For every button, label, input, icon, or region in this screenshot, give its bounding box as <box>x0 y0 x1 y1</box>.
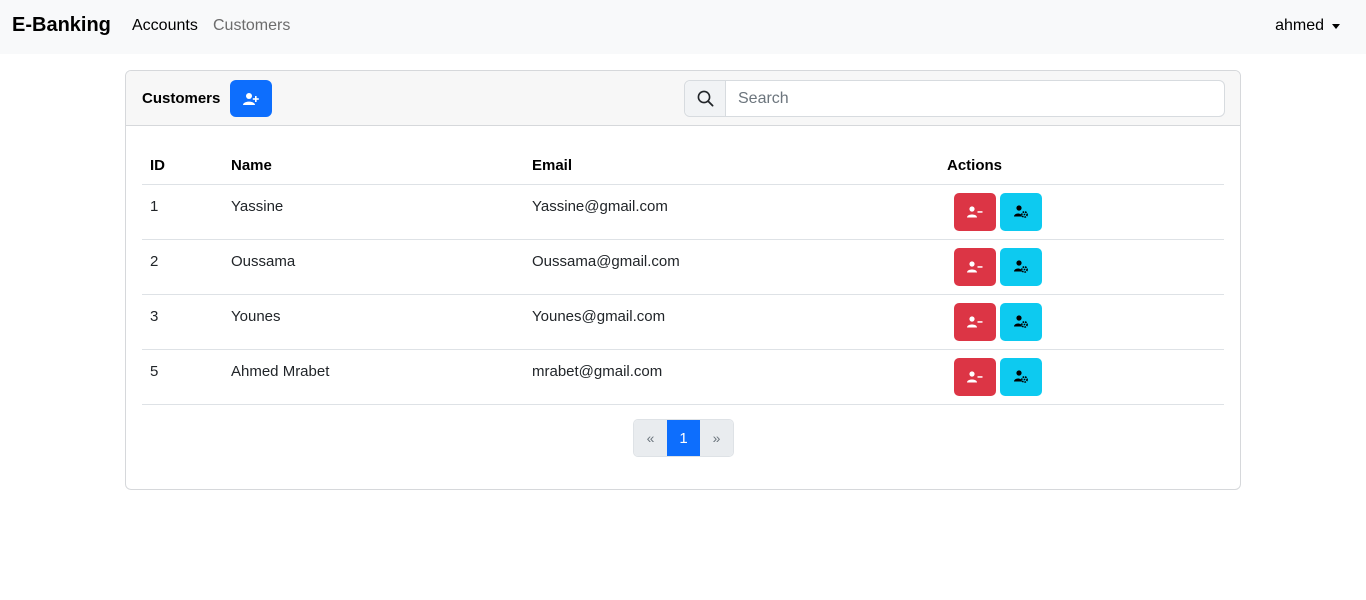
customers-table: ID Name Email Actions 1 Yassine Yassine@… <box>142 148 1224 405</box>
cell-name: Oussama <box>223 239 524 295</box>
user-minus-icon <box>967 315 983 327</box>
user-menu[interactable]: ahmed <box>1275 17 1340 35</box>
search-addon <box>685 81 726 116</box>
pagination: « 1 » <box>633 419 734 457</box>
card-title: Customers <box>142 90 221 107</box>
cell-email: mrabet@gmail.com <box>524 349 939 405</box>
header-actions: Actions <box>939 148 1224 185</box>
search-icon <box>697 90 714 107</box>
customers-card: Customers ID Name <box>125 70 1241 490</box>
cell-name: Ahmed Mrabet <box>223 349 524 405</box>
cell-actions <box>939 349 1224 405</box>
user-gear-icon <box>1014 205 1028 218</box>
customers-table-wrap: ID Name Email Actions 1 Yassine Yassine@… <box>142 148 1224 405</box>
nav-link-accounts[interactable]: Accounts <box>132 17 198 35</box>
nav-link-customers[interactable]: Customers <box>213 17 290 35</box>
cell-email: Yassine@gmail.com <box>524 184 939 240</box>
edit-customer-button[interactable] <box>1000 192 1042 231</box>
pagination-page-1[interactable]: 1 <box>667 420 700 456</box>
cell-id: 5 <box>142 349 223 405</box>
header-email: Email <box>524 148 939 185</box>
user-gear-icon <box>1014 315 1028 328</box>
edit-customer-button[interactable] <box>1000 247 1042 286</box>
delete-customer-button[interactable] <box>954 247 996 286</box>
header-name: Name <box>223 148 524 185</box>
table-row: 1 Yassine Yassine@gmail.com <box>142 184 1224 240</box>
table-row: 5 Ahmed Mrabet mrabet@gmail.com <box>142 349 1224 405</box>
caret-down-icon <box>1332 24 1340 29</box>
cell-actions <box>939 184 1224 240</box>
cell-email: Younes@gmail.com <box>524 294 939 350</box>
delete-customer-button[interactable] <box>954 357 996 396</box>
card-header: Customers <box>126 71 1240 126</box>
edit-customer-button[interactable] <box>1000 302 1042 341</box>
edit-customer-button[interactable] <box>1000 357 1042 396</box>
pagination-prev[interactable]: « <box>634 420 667 456</box>
user-name: ahmed <box>1275 17 1324 34</box>
cell-actions <box>939 239 1224 295</box>
header-id: ID <box>142 148 223 185</box>
user-minus-icon <box>967 205 983 217</box>
cell-id: 2 <box>142 239 223 295</box>
user-minus-icon <box>967 370 983 382</box>
brand[interactable]: E-Banking <box>12 14 111 37</box>
cell-email: Oussama@gmail.com <box>524 239 939 295</box>
cell-actions <box>939 294 1224 350</box>
table-row: 3 Younes Younes@gmail.com <box>142 294 1224 350</box>
table-header-row: ID Name Email Actions <box>142 148 1224 185</box>
user-plus-icon <box>243 92 259 105</box>
cell-id: 3 <box>142 294 223 350</box>
table-row: 2 Oussama Oussama@gmail.com <box>142 239 1224 295</box>
user-gear-icon <box>1014 260 1028 273</box>
delete-customer-button[interactable] <box>954 302 996 341</box>
cell-name: Younes <box>223 294 524 350</box>
search-group <box>684 80 1225 117</box>
add-customer-button[interactable] <box>230 80 272 117</box>
navbar: E-Banking Accounts Customers ahmed <box>0 0 1366 54</box>
pagination-next[interactable]: » <box>700 420 733 456</box>
delete-customer-button[interactable] <box>954 192 996 231</box>
cell-name: Yassine <box>223 184 524 240</box>
search-input[interactable] <box>726 81 1224 116</box>
cell-id: 1 <box>142 184 223 240</box>
user-gear-icon <box>1014 370 1028 383</box>
user-minus-icon <box>967 260 983 272</box>
